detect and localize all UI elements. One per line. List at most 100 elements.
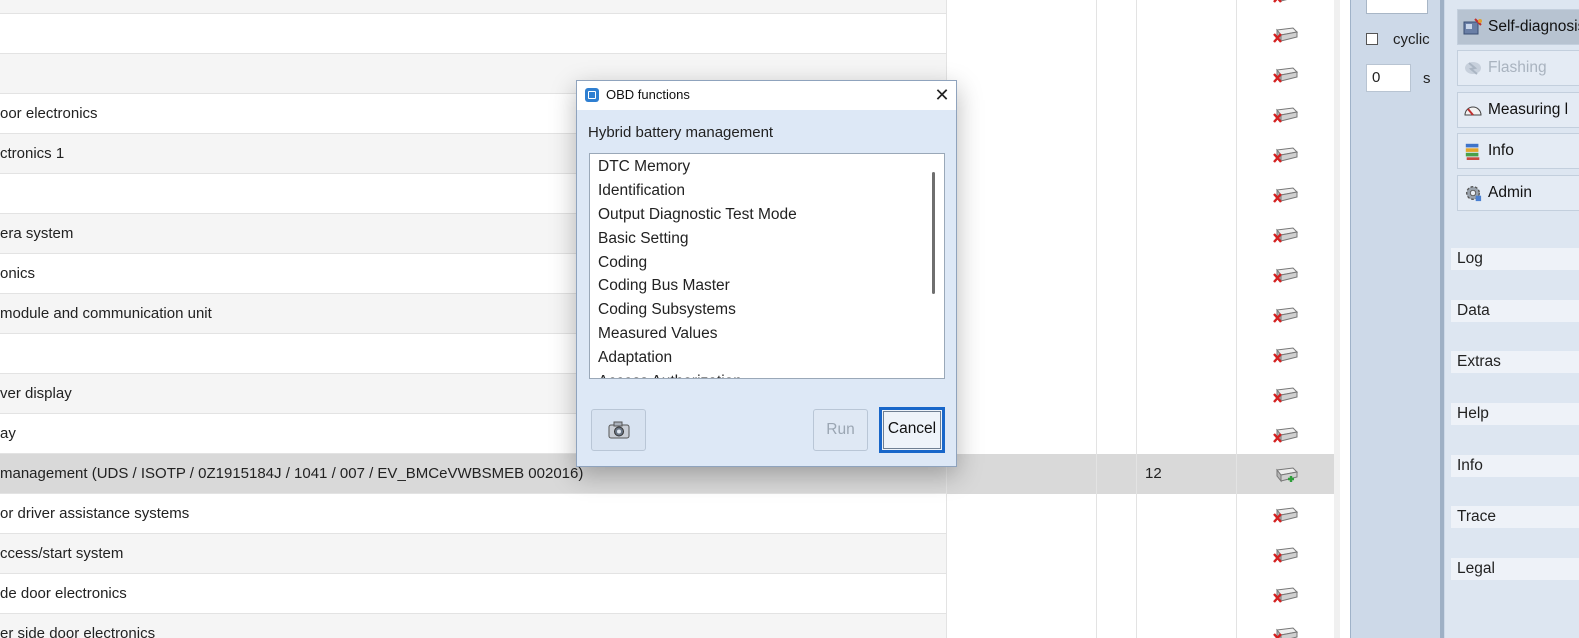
value-cell [1136, 254, 1236, 294]
table-row[interactable]: er side door electronics [0, 614, 1340, 638]
status-cell [1236, 454, 1334, 494]
flashing-icon [1465, 62, 1481, 75]
table-scrollbar[interactable] [1334, 0, 1340, 638]
ecu-name-cell: or driver assistance systems [0, 505, 190, 522]
list-item-dtc-memory[interactable]: DTC Memory [598, 155, 690, 179]
status-cell [1236, 174, 1334, 214]
address-cell [946, 14, 1096, 54]
ecu-name-cell: ccess/start system [0, 545, 124, 562]
table-row[interactable]: or driver assistance systems [0, 494, 1340, 534]
measuring-label: Measuring l [1488, 101, 1569, 118]
status-cell [1236, 134, 1334, 174]
status-cell [1236, 534, 1334, 574]
cyclic-checkbox[interactable] [1366, 33, 1378, 45]
section-help[interactable]: Help [1451, 403, 1579, 425]
ecu-name-cell [0, 14, 946, 54]
list-item-basic-setting[interactable]: Basic Setting [598, 227, 688, 251]
ecu-error-icon [1273, 307, 1299, 323]
address-cell [946, 294, 1096, 334]
value-cell [1136, 374, 1236, 414]
section-info[interactable]: Info [1451, 455, 1579, 477]
flag-cell [1096, 134, 1136, 174]
flashing-button[interactable]: Flashing [1457, 50, 1579, 86]
address-cell [946, 174, 1096, 214]
flag-cell [1096, 0, 1136, 14]
address-cell [946, 54, 1096, 94]
list-item-access-authorization[interactable]: Access Authorization [598, 370, 742, 378]
dialog-heading: Hybrid battery management [588, 124, 774, 141]
section-trace[interactable]: Trace [1451, 506, 1579, 528]
ecu-error-icon [1273, 387, 1299, 403]
dialog-title: OBD functions [606, 87, 690, 102]
obd-functions-dialog: OBD functions ✕ Hybrid battery managemen… [576, 80, 957, 467]
ecu-error-icon [1273, 147, 1299, 163]
close-icon[interactable]: ✕ [929, 83, 955, 107]
flashing-label: Flashing [1488, 59, 1547, 76]
address-cell [946, 454, 1096, 494]
value-cell [1136, 574, 1236, 614]
self-diagnosis-label: Self-diagnosis [1488, 18, 1579, 35]
ecu-error-icon [1273, 347, 1299, 363]
section-legal[interactable]: Legal [1451, 558, 1579, 580]
flag-cell [1096, 94, 1136, 134]
flag-cell [1096, 214, 1136, 254]
value-cell [1136, 614, 1236, 638]
table-row[interactable] [0, 0, 1340, 14]
list-item-adaptation[interactable]: Adaptation [598, 346, 672, 370]
status-cell [1236, 414, 1334, 454]
flag-cell [1096, 334, 1136, 374]
admin-gear-icon [1466, 186, 1482, 202]
value-cell [1136, 294, 1236, 334]
screenshot-button[interactable] [591, 409, 646, 451]
app-logo-icon [585, 88, 599, 102]
list-item-coding-subsystems[interactable]: Coding Subsystems [598, 298, 736, 322]
cancel-button[interactable]: Cancel [879, 407, 945, 453]
table-row[interactable]: ccess/start system [0, 534, 1340, 574]
measuring-icon [1464, 106, 1482, 116]
value-cell [1136, 54, 1236, 94]
self-diagnosis-button[interactable]: Self-diagnosis [1457, 9, 1579, 45]
ecu-error-icon [1273, 267, 1299, 283]
info-button[interactable]: Info [1457, 133, 1579, 169]
ecu-ok-icon [1276, 467, 1299, 483]
ecu-error-icon [1273, 627, 1299, 638]
section-log[interactable]: Log [1451, 248, 1579, 270]
address-cell [946, 534, 1096, 574]
list-item-coding[interactable]: Coding [598, 251, 647, 275]
dialog-titlebar[interactable]: OBD functions ✕ [577, 81, 956, 110]
value-cell [1136, 134, 1236, 174]
section-data[interactable]: Data [1451, 300, 1579, 322]
panel-divider[interactable] [1440, 0, 1444, 638]
run-button[interactable]: Run [813, 409, 868, 451]
status-cell [1236, 614, 1334, 638]
ecu-error-icon [1273, 547, 1299, 563]
table-row[interactable] [0, 14, 1340, 54]
list-item-identification[interactable]: Identification [598, 179, 685, 203]
address-cell [946, 374, 1096, 414]
ecu-error-icon [1273, 587, 1299, 603]
list-scrollbar-thumb[interactable] [932, 172, 935, 294]
measuring-button[interactable]: Measuring l [1457, 92, 1579, 128]
ecu-name-cell: de door electronics [0, 585, 127, 602]
value-cell [1136, 0, 1236, 14]
flag-cell [1096, 374, 1136, 414]
value-cell [1136, 334, 1236, 374]
camera-icon [608, 421, 630, 439]
ecu-error-icon [1273, 107, 1299, 123]
list-item-coding-bus-master[interactable]: Coding Bus Master [598, 274, 730, 298]
section-extras[interactable]: Extras [1451, 351, 1579, 373]
ecu-error-icon [1273, 67, 1299, 83]
function-list[interactable]: DTC Memory Identification Output Diagnos… [589, 153, 945, 379]
ecu-name-cell: er side door electronics [0, 625, 156, 638]
list-item-output-diagnostic-test-mode[interactable]: Output Diagnostic Test Mode [598, 203, 797, 227]
interval-input[interactable]: 0 [1366, 64, 1411, 92]
admin-button[interactable]: Admin [1457, 175, 1579, 211]
table-row[interactable]: de door electronics [0, 574, 1340, 614]
address-cell [946, 134, 1096, 174]
flag-cell [1096, 494, 1136, 534]
status-cell [1236, 494, 1334, 534]
list-item-measured-values[interactable]: Measured Values [598, 322, 717, 346]
status-cell [1236, 574, 1334, 614]
status-cell [1236, 214, 1334, 254]
top-input-box[interactable] [1366, 0, 1428, 14]
